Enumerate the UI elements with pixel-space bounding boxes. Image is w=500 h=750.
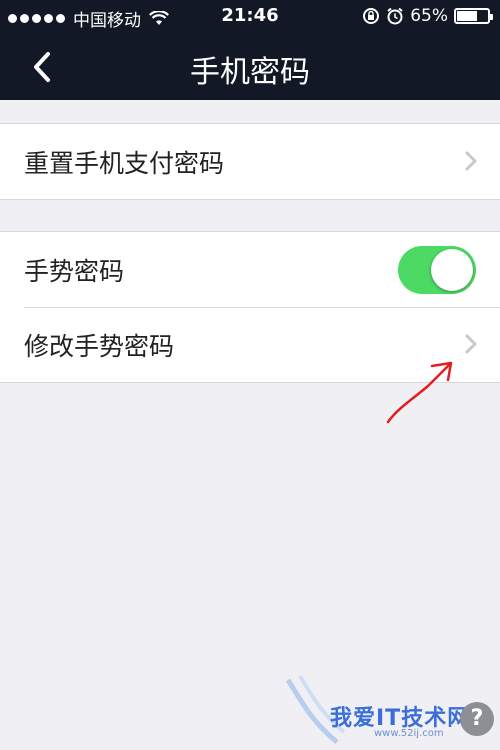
reset-pay-password-row[interactable]: 重置手机支付密码 [0, 124, 500, 199]
rotation-lock-icon [363, 8, 380, 24]
toggle-knob [431, 249, 473, 291]
change-gesture-password-label: 修改手势密码 [24, 332, 175, 361]
gesture-password-label: 手势密码 [24, 257, 125, 286]
chevron-right-icon [465, 151, 477, 171]
gesture-password-toggle[interactable] [398, 246, 476, 294]
watermark-url: www.52ij.com [374, 728, 444, 739]
page-title: 手机密码 [190, 55, 310, 90]
alarm-icon [387, 7, 403, 25]
battery-percent: 65% [410, 6, 448, 26]
watermark: 我爱IT技术网 www.52ij.com ? [282, 672, 500, 750]
battery-icon [454, 8, 493, 24]
reset-pay-password-label: 重置手机支付密码 [24, 149, 225, 178]
status-bar: 中国移动 21:46 65% [0, 0, 500, 34]
navigation-bar: 手机密码 [0, 34, 500, 100]
settings-group-payment: 重置手机支付密码 [0, 123, 500, 200]
annotation-arrow-icon [386, 361, 453, 424]
chevron-right-icon [465, 334, 477, 354]
gesture-password-row: 手势密码 [0, 232, 500, 307]
help-icon: ? [460, 702, 494, 736]
status-right: 65% [362, 6, 493, 26]
